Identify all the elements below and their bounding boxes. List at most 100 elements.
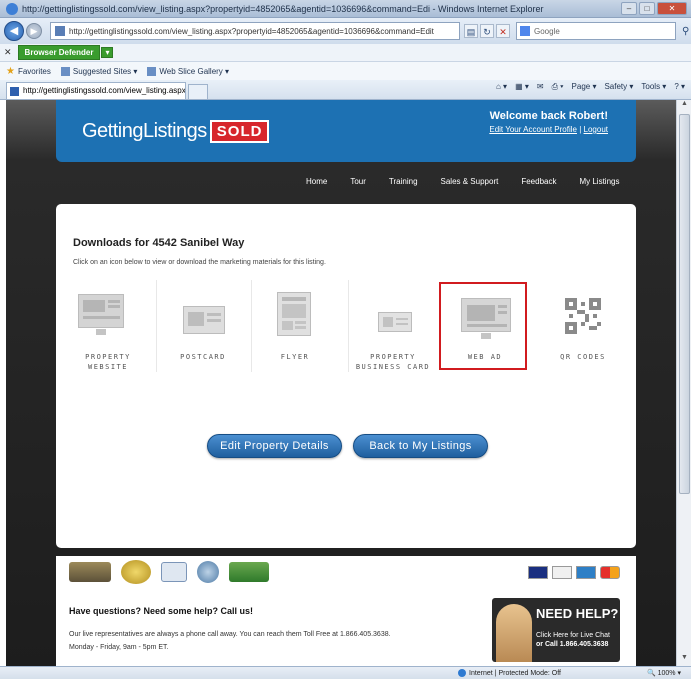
page-menu[interactable]: Page ▾ [572,82,597,92]
address-bar[interactable]: http://gettinglistingssold.com/view_list… [50,22,460,40]
site-header: GettingListings SOLD Welcome back Robert… [56,100,636,162]
tile-label: QR CODES [560,353,606,361]
action-buttons: Edit Property Details Back to My Listing… [207,434,488,458]
help-text: Our live representatives are always a ph… [69,631,391,651]
tile-label: PROPERTY BUSINESS CARD [355,353,431,371]
stop-icon[interactable]: ✕ [496,24,510,38]
qr-code-icon [565,298,601,334]
window-controls: – □ ✕ [621,2,687,15]
compat-view-icon[interactable]: ▤ [464,24,478,38]
url-path: /view_listing.aspx?propertyid=4852065&ag… [169,26,434,36]
nav-training[interactable]: Training [389,177,418,186]
visa-icon [528,566,548,579]
favorites-label: Favorites [17,66,51,76]
edit-account-link[interactable]: Edit Your Account Profile [489,125,577,134]
security-zone[interactable]: Internet | Protected Mode: Off [458,669,561,677]
favorites-button[interactable]: ★ Favorites [6,66,51,77]
logout-link[interactable]: Logout [584,125,608,134]
logo-text: GettingListings [82,120,207,142]
close-icon[interactable]: ✕ [657,2,687,15]
secure-badge-icon [69,562,111,582]
downloads-panel: Downloads for 4542 Sanibel Way Click on … [56,204,636,548]
tile-property-website[interactable]: PROPERTY WEBSITE [68,280,148,380]
business-card-icon [378,312,412,332]
favorites-bar: ★ Favorites Suggested Sites ▾ Web Slice … [0,62,691,80]
scrollbar-thumb[interactable] [679,114,690,494]
tile-qr-codes[interactable]: QR CODES [543,280,623,380]
discover-icon [552,566,572,579]
nav-my-listings[interactable]: My Listings [579,177,619,186]
print-icon[interactable]: ⎙ ▾ [552,82,564,92]
edit-property-details-button[interactable]: Edit Property Details [207,434,342,458]
tools-menu[interactable]: Tools ▾ [641,82,666,92]
address-row: ◀ ▶ http://gettinglistingssold.com/view_… [0,18,691,44]
globe-icon [458,669,466,677]
site-logo[interactable]: GettingListings SOLD [82,120,270,143]
need-help-title: NEED HELP? [536,606,619,621]
safety-menu[interactable]: Safety ▾ [604,82,633,92]
star-icon: ★ [6,65,15,77]
zoom-level: 100% [657,670,676,677]
download-tiles: PROPERTY WEBSITE POSTCARD FLYER PROPERTY… [68,280,624,380]
site-footer: Have questions? Need some help? Call us!… [56,556,636,666]
forward-icon[interactable]: ▶ [26,23,42,39]
nav-sales-support[interactable]: Sales & Support [441,177,499,186]
back-to-my-listings-button[interactable]: Back to My Listings [353,434,488,458]
defender-dropdown-icon[interactable]: ▾ [101,47,114,58]
suggested-sites-icon [60,66,70,76]
divider [251,280,252,372]
instructions: Click on an icon below to view or downlo… [73,259,326,266]
account-links: Edit Your Account Profile | Logout [489,125,608,134]
authorize-net-badge-icon [121,560,151,584]
vertical-scrollbar[interactable]: ▲ ▼ [676,100,691,666]
close-toolbar-icon[interactable]: ✕ [4,47,12,58]
suggested-sites-button[interactable]: Suggested Sites ▾ [60,66,137,76]
page-viewport: GettingListings SOLD Welcome back Robert… [6,100,676,666]
amex-icon [576,566,596,579]
window-title: http://gettinglistingssold.com/view_list… [22,3,544,14]
nav-tour[interactable]: Tour [350,177,366,186]
call-number: or Call 1.866.405.3638 [536,641,609,648]
nav-feedback[interactable]: Feedback [521,177,556,186]
status-bar: Internet | Protected Mode: Off 🔍 100% ▾ [0,666,691,679]
trust-badges [69,560,269,584]
browser-defender-button[interactable]: Browser Defender [17,45,101,60]
help-icon[interactable]: ? ▾ [674,82,685,92]
mail-icon[interactable]: ✉ [537,82,544,92]
refresh-icon[interactable]: ↻ [480,24,494,38]
command-bar: ⌂ ▾ ▦ ▾ ✉ ⎙ ▾ Page ▾ Safety ▾ Tools ▾ ? … [496,82,685,92]
tile-postcard[interactable]: POSTCARD [163,280,243,380]
ie-logo-icon [6,2,18,15]
lock-badge-icon [161,562,187,582]
divider [156,280,157,372]
feeds-icon[interactable]: ▦ ▾ [515,82,529,92]
support-agent-avatar [496,604,532,662]
payment-cards [528,566,620,579]
scroll-down-icon[interactable]: ▼ [677,654,691,666]
live-chat-link[interactable]: Click Here for Live Chat [536,632,610,639]
new-tab-button[interactable] [188,84,208,99]
nav-home[interactable]: Home [306,177,327,186]
window-titlebar: http://gettinglistingssold.com/view_list… [0,0,691,18]
logo-sold-badge: SOLD [209,120,270,143]
home-icon[interactable]: ⌂ ▾ [496,82,507,92]
web-slice-button[interactable]: Web Slice Gallery ▾ [147,66,229,76]
minimize-icon[interactable]: – [621,2,637,15]
need-help-contact: Click Here for Live Chat or Call 1.866.4… [536,631,610,649]
tile-flyer[interactable]: FLYER [255,280,335,380]
main-nav: Home Tour Training Sales & Support Feedb… [306,177,619,186]
scroll-up-icon[interactable]: ▲ [677,100,691,112]
tab-current[interactable]: http://gettinglistingssold.com/view_list… [6,82,186,99]
tile-business-card[interactable]: PROPERTY BUSINESS CARD [353,280,433,380]
help-question: Have questions? Need some help? Call us! [69,606,254,616]
divider [348,280,349,372]
url-host: http://gettinglistingssold.com [69,26,170,36]
search-box[interactable]: Google [516,22,676,40]
monitor-icon [78,294,124,328]
search-icon[interactable]: ⚲ [682,26,689,37]
zoom-control[interactable]: 🔍 100% ▾ [647,669,681,677]
page-title: Downloads for 4542 Sanibel Way [73,237,245,249]
need-help-banner[interactable]: NEED HELP? Click Here for Live Chat or C… [492,598,620,662]
maximize-icon[interactable]: □ [639,2,655,15]
back-icon[interactable]: ◀ [4,21,24,41]
